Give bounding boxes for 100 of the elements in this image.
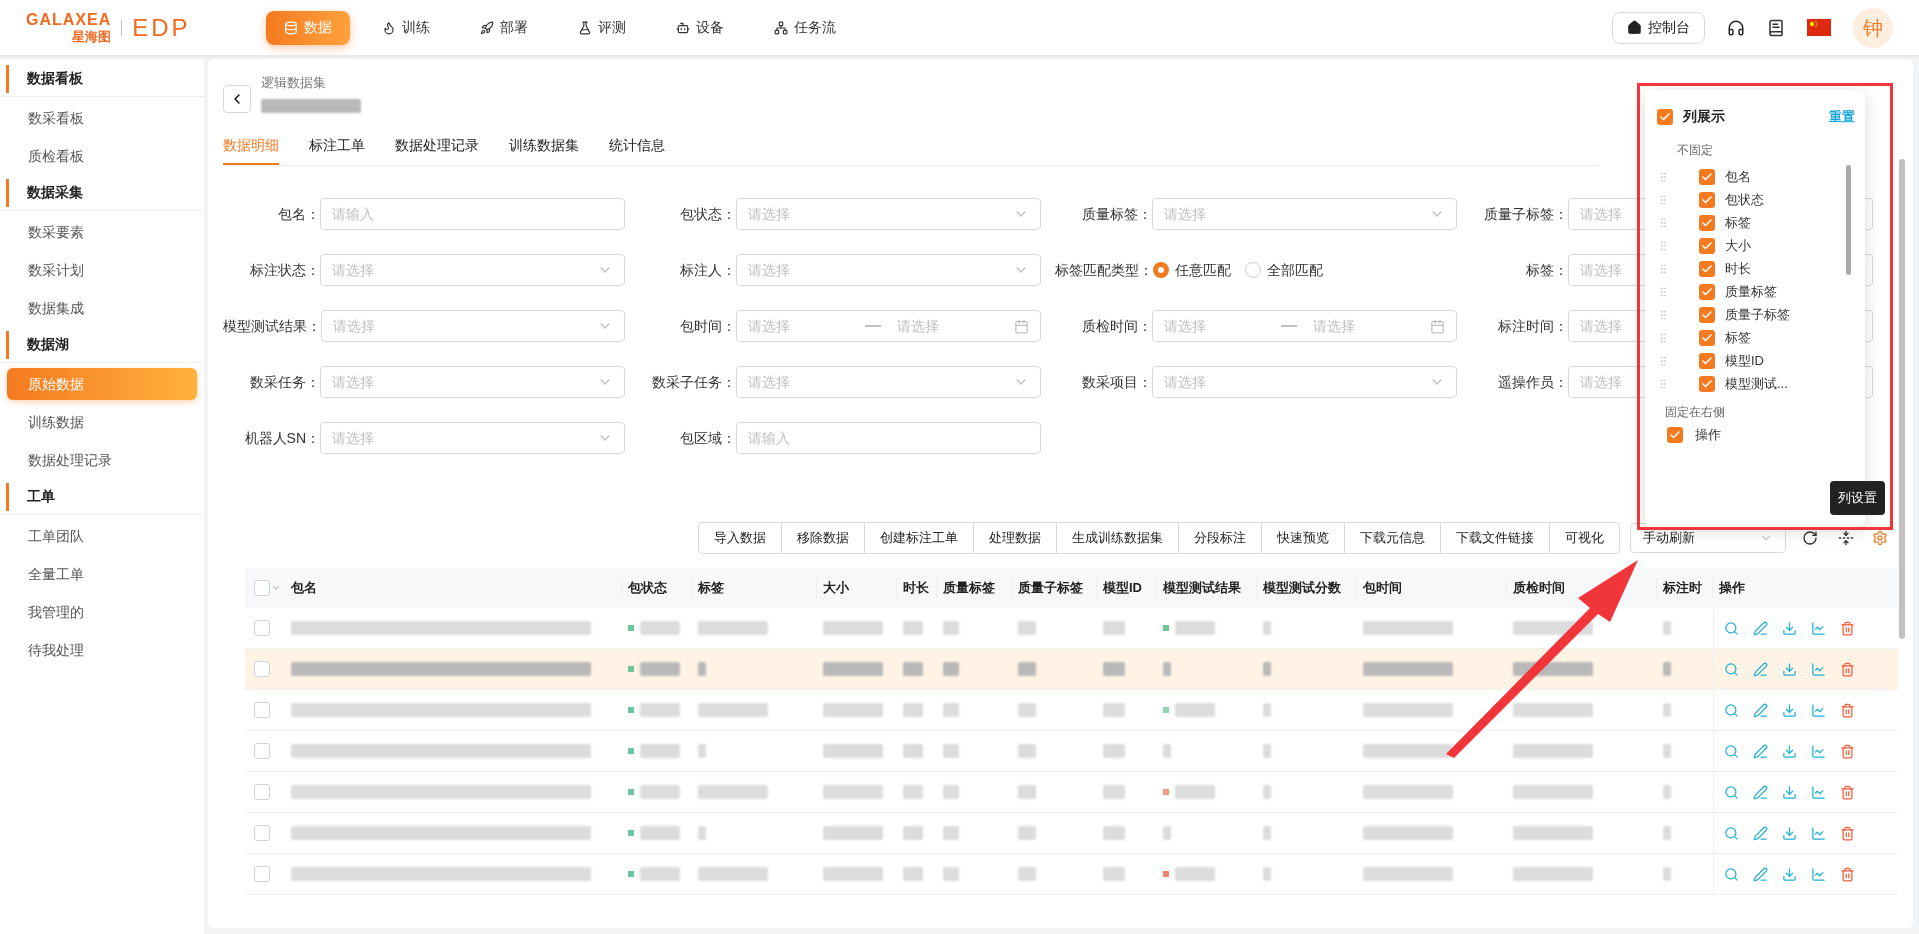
checkbox[interactable]	[1699, 237, 1715, 254]
toolbar-button[interactable]: 导入数据	[699, 523, 782, 553]
drag-handle-icon[interactable]	[1657, 239, 1669, 252]
checkbox[interactable]	[254, 620, 270, 636]
checkbox[interactable]	[254, 580, 270, 596]
line-chart-icon[interactable]	[1811, 825, 1826, 841]
checkbox[interactable]	[1699, 375, 1715, 392]
text-input[interactable]: 请输入	[736, 422, 1041, 454]
tab[interactable]: 统计信息	[609, 127, 665, 165]
sidebar-item[interactable]: 训练数据	[7, 406, 197, 438]
drag-handle-icon[interactable]	[1657, 285, 1669, 298]
edit-icon[interactable]	[1753, 702, 1768, 718]
sidebar-item[interactable]: 数据集成	[7, 292, 197, 324]
nav-tab[interactable]: 部署	[462, 10, 546, 45]
drag-handle-icon[interactable]	[1657, 170, 1669, 183]
nav-tab[interactable]: 任务流	[756, 10, 854, 45]
edit-icon[interactable]	[1753, 825, 1768, 841]
checkbox[interactable]	[254, 661, 270, 677]
download-icon[interactable]	[1782, 702, 1797, 718]
checkbox[interactable]	[1699, 283, 1715, 300]
nav-tab[interactable]: 训练	[364, 10, 448, 45]
delete-icon[interactable]	[1840, 620, 1855, 636]
search-icon[interactable]	[1724, 784, 1739, 800]
headset-icon[interactable]	[1727, 18, 1745, 37]
sidebar-item[interactable]: 质检看板	[7, 140, 197, 172]
line-chart-icon[interactable]	[1811, 702, 1826, 718]
console-button[interactable]: 控制台	[1612, 11, 1705, 44]
tab[interactable]: 数据处理记录	[395, 127, 479, 165]
sidebar-item[interactable]: 数据处理记录	[7, 444, 197, 476]
drag-handle-icon[interactable]	[1657, 308, 1669, 321]
drag-handle-icon[interactable]	[1657, 193, 1669, 206]
drag-handle-icon[interactable]	[1657, 262, 1669, 275]
toolbar-button[interactable]: 创建标注工单	[865, 523, 974, 553]
line-chart-icon[interactable]	[1811, 866, 1826, 882]
drag-handle-icon[interactable]	[1657, 216, 1669, 229]
edit-icon[interactable]	[1753, 866, 1768, 882]
search-icon[interactable]	[1724, 620, 1739, 636]
delete-icon[interactable]	[1840, 743, 1855, 759]
checkbox[interactable]	[1699, 352, 1715, 369]
toolbar-button[interactable]: 下载文件链接	[1441, 523, 1550, 553]
edit-icon[interactable]	[1753, 743, 1768, 759]
delete-icon[interactable]	[1840, 784, 1855, 800]
sidebar-item[interactable]: 全量工单	[7, 558, 197, 590]
refresh-icon[interactable]	[1802, 530, 1818, 546]
radio-option[interactable]: 任意匹配	[1153, 259, 1231, 281]
line-chart-icon[interactable]	[1811, 620, 1826, 636]
toolbar-button[interactable]: 移除数据	[782, 523, 865, 553]
search-icon[interactable]	[1724, 743, 1739, 759]
chevron-down-icon[interactable]	[271, 583, 281, 593]
delete-icon[interactable]	[1840, 866, 1855, 882]
checkbox[interactable]	[1699, 260, 1715, 277]
checkbox[interactable]	[1657, 108, 1673, 125]
nav-tab[interactable]: 设备	[658, 10, 742, 45]
settings-icon[interactable]	[1872, 530, 1888, 546]
edit-icon[interactable]	[1753, 784, 1768, 800]
search-icon[interactable]	[1724, 702, 1739, 718]
line-chart-icon[interactable]	[1811, 784, 1826, 800]
text-input[interactable]: 请输入	[320, 198, 625, 230]
toolbar-button[interactable]: 生成训练数据集	[1057, 523, 1179, 553]
book-icon[interactable]	[1767, 17, 1785, 38]
download-icon[interactable]	[1782, 784, 1797, 800]
search-icon[interactable]	[1724, 825, 1739, 841]
toolbar-button[interactable]: 下载元信息	[1345, 523, 1441, 553]
flag-icon[interactable]	[1807, 19, 1831, 36]
search-icon[interactable]	[1724, 866, 1739, 882]
checkbox[interactable]	[1699, 306, 1715, 323]
drag-handle-icon[interactable]	[1657, 331, 1669, 344]
download-icon[interactable]	[1782, 661, 1797, 677]
download-icon[interactable]	[1782, 825, 1797, 841]
download-icon[interactable]	[1782, 866, 1797, 882]
checkbox[interactable]	[254, 825, 270, 841]
line-chart-icon[interactable]	[1811, 743, 1826, 759]
edit-icon[interactable]	[1753, 661, 1768, 677]
checkbox[interactable]	[1699, 329, 1715, 346]
checkbox[interactable]	[1667, 427, 1683, 443]
sidebar-item[interactable]: 我管理的	[7, 596, 197, 628]
nav-tab[interactable]: 评测	[560, 10, 644, 45]
row-height-icon[interactable]	[1838, 530, 1854, 546]
checkbox[interactable]	[1699, 168, 1715, 185]
checkbox[interactable]	[254, 866, 270, 882]
checkbox[interactable]	[254, 784, 270, 800]
delete-icon[interactable]	[1840, 702, 1855, 718]
table-row[interactable]	[245, 649, 1898, 690]
download-icon[interactable]	[1782, 620, 1797, 636]
sidebar-item[interactable]: 待我处理	[7, 634, 197, 666]
toolbar-button[interactable]: 处理数据	[974, 523, 1057, 553]
delete-icon[interactable]	[1840, 661, 1855, 677]
search-icon[interactable]	[1724, 661, 1739, 677]
table-row[interactable]	[245, 608, 1898, 649]
sidebar-item[interactable]: 数采要素	[7, 216, 197, 248]
toolbar-button[interactable]: 分段标注	[1179, 523, 1262, 553]
tab[interactable]: 标注工单	[309, 127, 365, 165]
line-chart-icon[interactable]	[1811, 661, 1826, 677]
sidebar-item[interactable]: 工单团队	[7, 520, 197, 552]
checkbox[interactable]	[1699, 214, 1715, 231]
checkbox[interactable]	[254, 702, 270, 718]
delete-icon[interactable]	[1840, 825, 1855, 841]
tab[interactable]: 训练数据集	[509, 127, 579, 165]
toolbar-button[interactable]: 可视化	[1550, 523, 1619, 553]
checkbox[interactable]	[254, 743, 270, 759]
